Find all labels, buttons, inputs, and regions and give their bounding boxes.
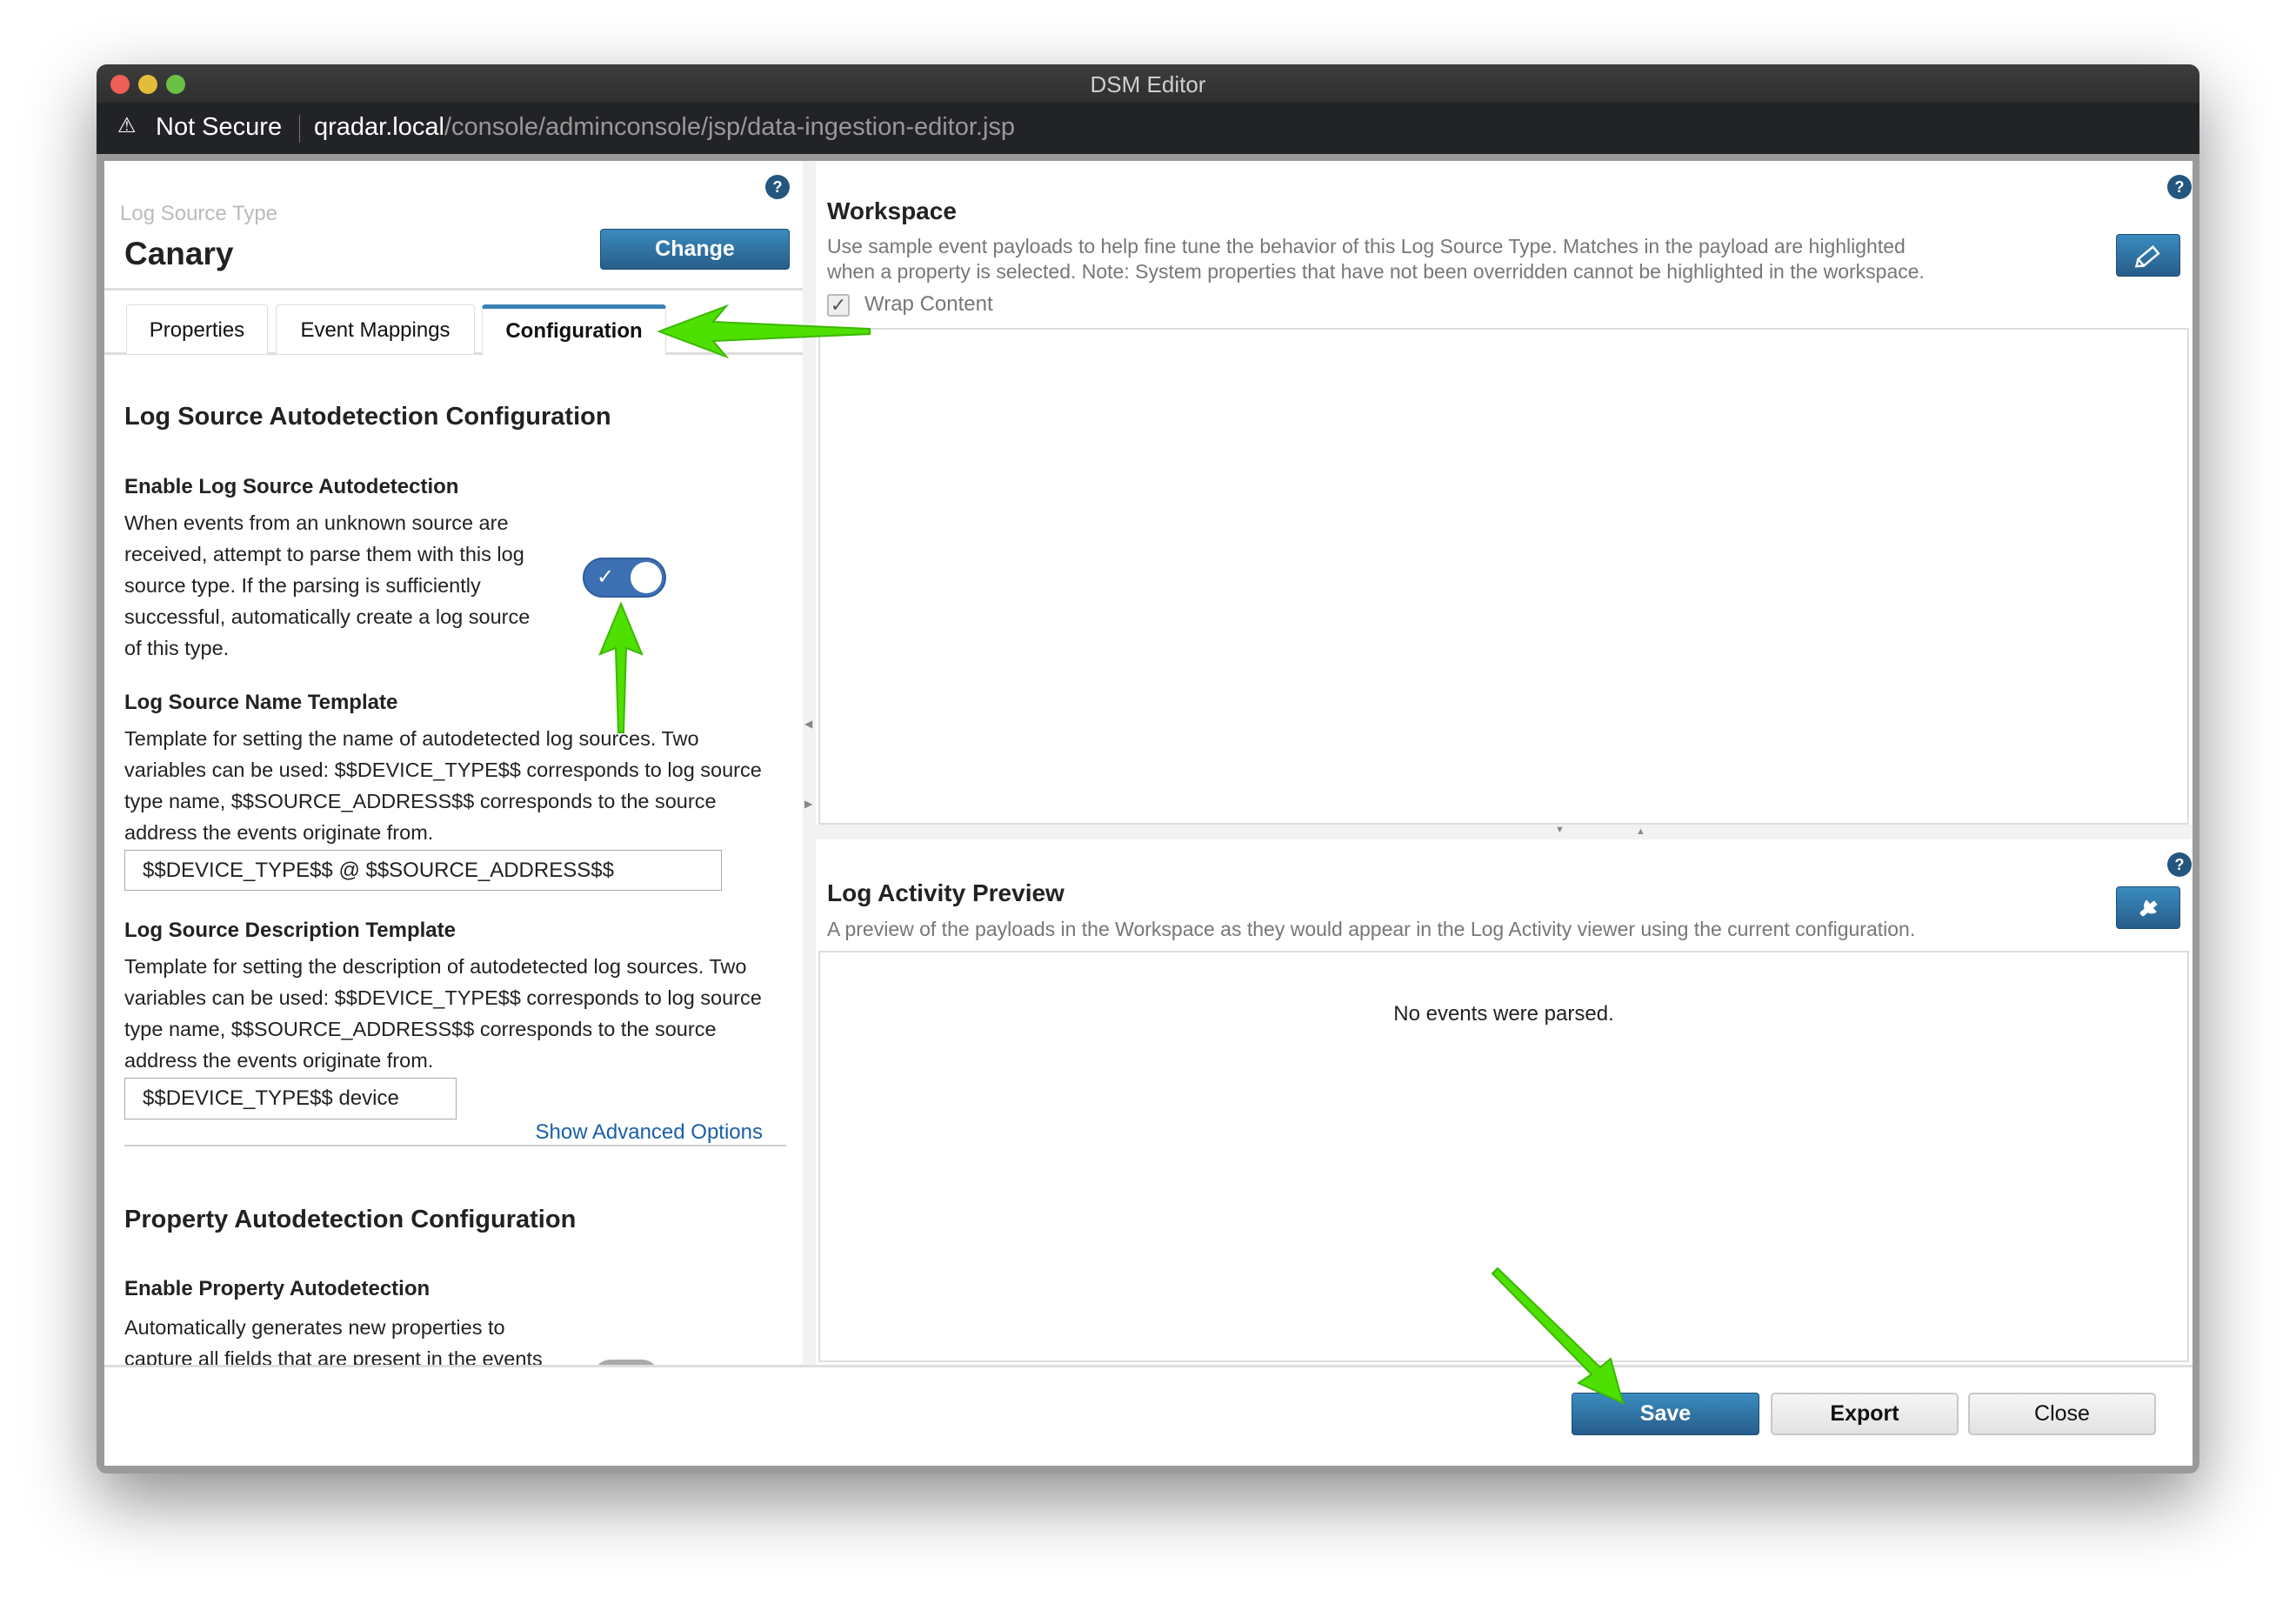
arrow-to-configuration-tab [657, 304, 871, 359]
annotation-arrows [598, 304, 1625, 1405]
arrow-to-toggle [598, 601, 644, 733]
arrow-to-save [1491, 1266, 1625, 1405]
